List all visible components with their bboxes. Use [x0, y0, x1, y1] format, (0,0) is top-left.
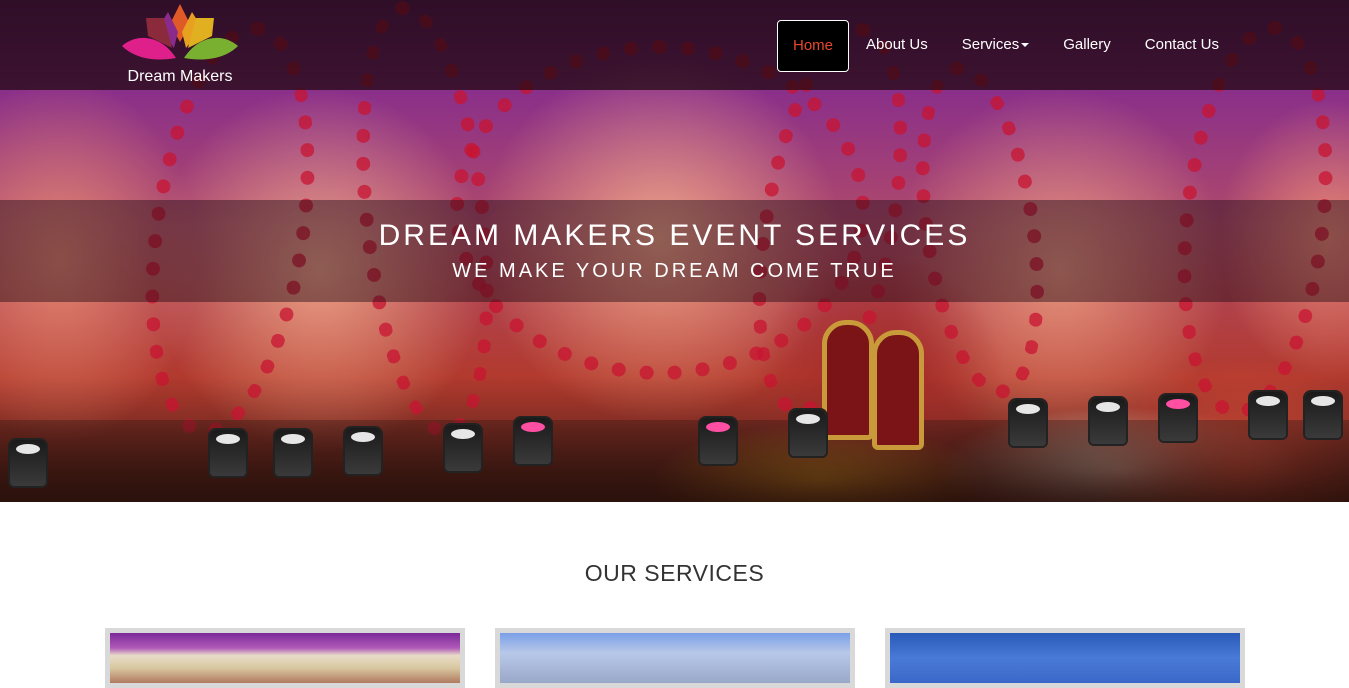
hero-subtitle: WE MAKE YOUR DREAM COME TRUE: [452, 260, 897, 282]
caret-down-icon: [1021, 43, 1030, 48]
nav-services[interactable]: Services: [945, 20, 1047, 72]
nav-contact-us[interactable]: Contact Us: [1128, 20, 1236, 72]
service-card[interactable]: [885, 628, 1245, 688]
main-nav: Home About Us Services Gallery Contact U…: [777, 20, 1236, 72]
service-card[interactable]: [105, 628, 465, 688]
nav-home[interactable]: Home: [777, 20, 850, 72]
service-card[interactable]: [495, 628, 855, 688]
nav-about-us[interactable]: About Us: [849, 20, 945, 72]
navbar: Dream Makers Home About Us Services Gall…: [0, 0, 1349, 90]
hero-title: DREAM MAKERS EVENT SERVICES: [378, 219, 971, 252]
service-card-image: [500, 633, 850, 683]
service-card-image: [110, 633, 460, 683]
nav-gallery[interactable]: Gallery: [1046, 20, 1128, 72]
service-card-image: [890, 633, 1240, 683]
brand-logo[interactable]: Dream Makers: [118, 2, 242, 88]
hero-banner: DREAM MAKERS EVENT SERVICES WE MAKE YOUR…: [0, 200, 1349, 302]
brand-name: Dream Makers: [127, 68, 233, 85]
lotus-logo-icon: [122, 4, 238, 60]
nav-services-label: Services: [961, 36, 1020, 53]
services-heading: OUR SERVICES: [584, 560, 765, 586]
